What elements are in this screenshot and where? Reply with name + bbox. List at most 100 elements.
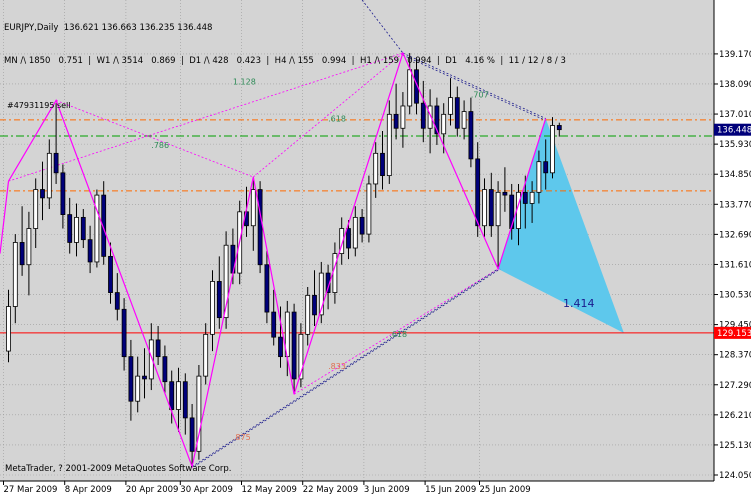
bear-candle xyxy=(291,311,297,380)
price-tick-label: 137.010 xyxy=(719,110,751,120)
price-tick-label: 130.530 xyxy=(719,291,751,301)
date-tick-label: 30 Apr 2009 xyxy=(180,485,233,494)
price-tick-label: 139.170 xyxy=(719,50,751,60)
price-tick-label: 135.930 xyxy=(719,140,751,150)
bull-candle xyxy=(373,152,379,185)
price-tick-label: 128.370 xyxy=(719,351,751,361)
bear-candle xyxy=(420,102,426,129)
bull-candle xyxy=(529,191,535,204)
date-tick-label: 27 Mar 2009 xyxy=(4,485,58,494)
bear-candle xyxy=(121,308,127,358)
price-tick-label: 125.130 xyxy=(719,441,751,451)
bull-candle xyxy=(305,294,311,335)
bull-candle xyxy=(6,306,11,352)
bull-candle xyxy=(400,105,406,129)
bear-candle xyxy=(264,264,270,313)
fib-ratio-label: .618 xyxy=(328,114,346,123)
fib-ratio-label: .833 xyxy=(328,362,346,371)
bear-candle xyxy=(380,152,385,177)
bull-candle xyxy=(250,189,256,227)
bear-candle xyxy=(155,339,161,358)
price-tick-label: 126.210 xyxy=(719,411,751,421)
bear-candle xyxy=(271,311,277,338)
bear-candle xyxy=(67,214,73,243)
fib-ratio-label: .875 xyxy=(233,433,251,442)
bull-candle xyxy=(46,152,52,199)
price-tick-label: 132.690 xyxy=(719,230,751,240)
bear-candle xyxy=(509,194,515,229)
current-price-label: 136.448 xyxy=(717,126,751,136)
bull-candle xyxy=(12,242,18,307)
bear-candle xyxy=(60,172,66,215)
bear-candle xyxy=(359,216,365,235)
bull-candle xyxy=(26,228,32,266)
bull-candle xyxy=(461,111,467,129)
bear-candle xyxy=(468,111,474,160)
bear-candle xyxy=(522,191,528,204)
bear-candle xyxy=(393,113,399,129)
bear-candle xyxy=(556,125,562,131)
bear-candle xyxy=(53,152,59,174)
price-axis: 139.170 138.090 137.010 135.930 134.850 133.7… xyxy=(714,50,751,481)
bull-candle xyxy=(550,125,555,174)
bear-candle xyxy=(257,189,263,266)
bear-candle xyxy=(216,281,222,319)
bull-candle xyxy=(386,113,392,177)
bear-candle xyxy=(169,381,175,410)
bull-candle xyxy=(74,216,79,243)
bear-candle xyxy=(488,189,494,227)
bear-candle xyxy=(128,356,134,402)
bear-candle xyxy=(189,417,195,452)
price-tick-label: 131.610 xyxy=(719,260,751,270)
bear-candle xyxy=(108,255,113,293)
bear-candle xyxy=(80,216,86,241)
fib-ratio-label: .707 xyxy=(471,91,489,100)
date-tick-label: 8 Apr 2009 xyxy=(65,485,112,494)
bull-candle xyxy=(135,375,141,402)
bear-candle xyxy=(114,292,120,310)
bull-candle xyxy=(176,381,181,410)
bull-candle xyxy=(448,97,453,115)
bear-candle xyxy=(142,375,147,380)
bull-candle xyxy=(33,189,39,229)
date-tick-label: 15 Jun 2009 xyxy=(425,485,476,494)
chart-window: 1.128.707.618.786.618.833.875 1.414 139.1… xyxy=(0,0,751,495)
copyright-text: MetaTrader, ? 2001-2009 MetaQuotes Softw… xyxy=(5,464,232,474)
bear-candle xyxy=(182,381,188,419)
fib-ratio-label: .786 xyxy=(151,141,169,150)
bull-candle xyxy=(366,183,372,235)
bear-candle xyxy=(346,228,351,249)
bear-candle xyxy=(454,97,460,129)
bear-candle xyxy=(543,161,549,174)
bear-candle xyxy=(502,191,508,196)
date-tick-label: 12 May 2009 xyxy=(242,485,297,494)
bull-candle xyxy=(203,333,209,377)
bear-candle xyxy=(312,294,317,316)
bull-candle xyxy=(332,253,338,293)
bear-candle xyxy=(87,239,93,263)
bull-candle xyxy=(482,189,487,227)
bear-candle xyxy=(40,189,45,199)
bull-candle xyxy=(441,113,447,135)
price-tick-label: 127.290 xyxy=(719,381,751,391)
bear-candle xyxy=(19,242,25,266)
date-tick-label: 20 Apr 2009 xyxy=(126,485,179,494)
order-label: #47931195 sell xyxy=(7,101,71,110)
date-tick-label: 25 Jun 2009 xyxy=(480,485,531,494)
bull-candle xyxy=(536,161,542,193)
fib-ratio-label: .618 xyxy=(389,330,407,339)
indicator-line: MN /\ 1850 0.751 | W1 /\ 3514 0.869 | D1… xyxy=(4,56,566,66)
date-tick-label: 22 May 2009 xyxy=(303,485,358,494)
price-tick-label: 138.090 xyxy=(719,80,751,90)
projection-ratio-label: 1.414 xyxy=(563,297,595,310)
symbol-ohlc-line: EURJPY,Daily 136.621 136.663 136.235 136… xyxy=(4,23,213,33)
bear-candle xyxy=(278,336,283,358)
bear-candle xyxy=(162,356,168,383)
price-tick-label: 134.850 xyxy=(719,170,751,180)
bull-candle xyxy=(210,281,215,335)
bear-candle xyxy=(475,158,481,227)
bull-candle xyxy=(352,216,358,249)
price-tick-label: 133.770 xyxy=(719,200,751,210)
red-level-label: 129.153 xyxy=(717,329,751,339)
chart-header: EURJPY,Daily 136.621 136.663 136.235 136… xyxy=(4,1,566,89)
